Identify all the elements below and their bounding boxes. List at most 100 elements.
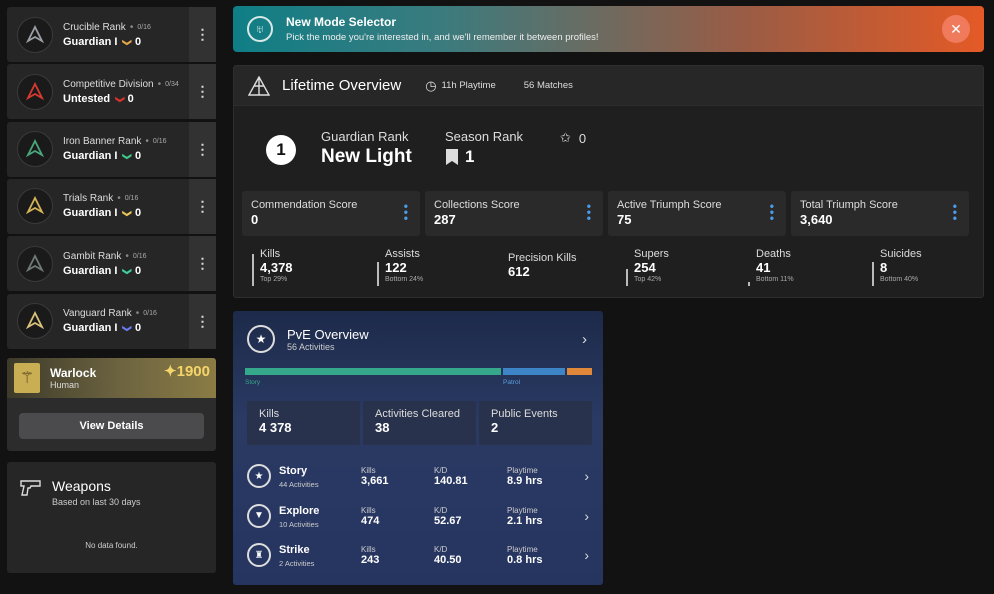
activity-count: 2 Activities — [279, 559, 315, 568]
stat-bar — [748, 282, 750, 286]
activity-icon: ♜ — [247, 543, 271, 567]
rank-points: 0 — [134, 150, 142, 163]
pve-box-value: 38 — [375, 420, 390, 435]
lifetime-stat: Precision Kills 612 — [500, 248, 610, 288]
activity-kills: 243 — [361, 554, 380, 566]
pve-overview-card[interactable]: ★ PvE Overview 56 Activities › Story Pat… — [233, 311, 603, 585]
rank-emblem-icon — [17, 303, 53, 339]
pve-activity-row[interactable]: ♜ Strike 2 Activities Kills 243 K/D 40.50 … — [247, 540, 589, 574]
clock-icon: ◷ — [425, 77, 437, 93]
score-value: 0 — [251, 212, 259, 227]
matches-meta: 56 Matches — [523, 80, 573, 91]
chevron-right-icon[interactable]: › — [584, 547, 589, 563]
rank-emblem-icon — [17, 188, 53, 225]
stat-bar — [872, 262, 874, 286]
rank-points: 0 — [134, 35, 142, 48]
score-menu-icon[interactable]: • • • — [770, 200, 774, 224]
score-menu-icon[interactable]: • • • — [953, 200, 957, 224]
chevron-rank-icon: ❯ — [122, 152, 133, 161]
pve-activity-row[interactable]: ▼ Explore 10 Activities Kills 474 K/D 52.6… — [247, 501, 589, 535]
mode-selector-banner: ♅ New Mode Selector Pick the mode you're… — [233, 6, 984, 52]
rank-count: 0/16 — [132, 252, 147, 260]
lifetime-stat: Deaths 41 Bottom 11% — [748, 248, 858, 288]
pve-box-label: Activities Cleared — [375, 408, 460, 420]
pve-activity-row[interactable]: ★ Story 44 Activities Kills 3,661 K/D 140.… — [247, 461, 589, 495]
character-card: ⚚ Warlock Human ✦1900 View Details — [7, 358, 216, 451]
kebab-menu-icon[interactable]: ⋮ — [189, 64, 216, 120]
chevron-right-icon[interactable]: › — [582, 331, 587, 348]
score-card: Commendation Score 0 • • • — [242, 191, 420, 236]
guardian-rank-name: New Light — [321, 146, 412, 167]
view-details-button[interactable]: View Details — [19, 413, 204, 439]
season-banner-icon — [446, 149, 458, 165]
rank-count: 0/34 — [165, 80, 179, 88]
stat-label: Assists — [385, 248, 420, 260]
score-menu-icon[interactable]: • • • — [404, 200, 408, 224]
activity-icon: ▼ — [247, 503, 271, 528]
col-kills-label: Kills — [361, 505, 376, 515]
rank-name: Guardian I — [63, 322, 118, 334]
rank-points: 0 — [134, 207, 142, 220]
season-rank-value: 1 — [465, 147, 475, 166]
kebab-menu-icon[interactable]: ⋮ — [189, 236, 216, 292]
pyramid-icon — [248, 75, 270, 96]
rank-card[interactable]: Competitive Division • 0/34 Untested ❯ 0 ⋮ — [7, 64, 216, 120]
rank-count: 0/16 — [124, 195, 139, 203]
weapons-title: Weapons — [52, 478, 111, 494]
rank-card[interactable]: Trials Rank • 0/16 Guardian I ❯ 0 ⋮ — [7, 178, 216, 234]
activity-playtime: 8.9 hrs — [507, 475, 543, 487]
pve-box-label: Public Events — [491, 408, 558, 420]
lifetime-stat: Kills 4,378 Top 29% — [252, 248, 362, 288]
pve-bar-patrol-label: Patrol — [503, 379, 521, 386]
guardian-rank-label: Guardian Rank — [321, 129, 409, 144]
chevron-right-icon[interactable]: › — [584, 508, 589, 524]
chevron-rank-icon: ❯ — [122, 38, 133, 46]
lifetime-stat: Suicides 8 Bottom 40% — [872, 248, 982, 288]
rank-name: Guardian I — [63, 150, 118, 163]
vanguard-icon: ★ — [247, 325, 275, 353]
stat-value: 254 — [634, 260, 656, 275]
pve-summary-box: Kills 4 378 — [247, 401, 360, 445]
score-menu-icon[interactable]: • • • — [587, 200, 591, 224]
stat-percentile: Bottom 24% — [385, 276, 424, 283]
activity-count: 44 Activities — [279, 480, 319, 489]
pistol-icon — [20, 480, 41, 496]
activity-count: 10 Activities — [279, 519, 319, 529]
rank-title: Vanguard Rank — [63, 308, 132, 319]
chevron-right-icon[interactable]: › — [584, 468, 589, 484]
activity-playtime: 2.1 hrs — [507, 514, 543, 527]
weapons-empty-message: No data found. — [85, 541, 138, 550]
pve-box-label: Kills — [259, 408, 280, 420]
kebab-menu-icon[interactable]: ⋮ — [189, 7, 216, 62]
col-playtime-label: Playtime — [507, 545, 538, 554]
rank-card[interactable]: Iron Banner Rank • 0/16 Guardian I ❯ 0 ⋮ — [7, 121, 216, 177]
banner-text: Pick the mode you're interested in, and … — [286, 32, 599, 43]
score-label: Active Triumph Score — [617, 199, 722, 211]
close-icon[interactable]: ✕ — [942, 15, 970, 43]
lifetime-stat: Supers 254 Top 42% — [626, 248, 736, 288]
character-emblem-banner: ⚚ Warlock Human ✦1900 — [7, 358, 216, 398]
rank-name: Guardian I — [63, 264, 118, 277]
chevron-rank-icon: ❯ — [122, 267, 133, 275]
rank-card[interactable]: Crucible Rank • 0/16 Guardian I ❯ 0 ⋮ — [7, 7, 216, 62]
kebab-menu-icon[interactable]: ⋮ — [189, 178, 216, 234]
lifetime-overview-card: Lifetime Overview ◷ 11h Playtime 56 Match… — [233, 65, 984, 298]
rank-card[interactable]: Gambit Rank • 0/16 Guardian I ❯ 0 ⋮ — [7, 236, 216, 292]
stat-percentile: Top 42% — [634, 276, 662, 283]
rank-card[interactable]: Vanguard Rank • 0/16 Guardian I ❯ 0 ⋮ — [7, 293, 216, 349]
pve-bar-story — [245, 368, 502, 375]
stat-percentile: Bottom 11% — [756, 276, 794, 283]
playtime-meta: ◷ 11h Playtime — [425, 77, 496, 93]
score-value: 287 — [434, 212, 456, 227]
pve-title: PvE Overview — [287, 326, 369, 342]
rank-title: Crucible Rank — [63, 21, 126, 33]
rank-name: Guardian I — [63, 35, 118, 48]
col-kills-label: Kills — [361, 466, 376, 475]
activity-kd: 140.81 — [434, 475, 468, 487]
stat-bar — [626, 269, 628, 286]
kebab-menu-icon[interactable]: ⋮ — [189, 293, 216, 349]
rank-points: 0 — [134, 322, 142, 334]
kebab-menu-icon[interactable]: ⋮ — [189, 121, 216, 177]
pve-box-value: 2 — [491, 420, 499, 435]
score-card: Active Triumph Score 75 • • • — [608, 191, 786, 236]
